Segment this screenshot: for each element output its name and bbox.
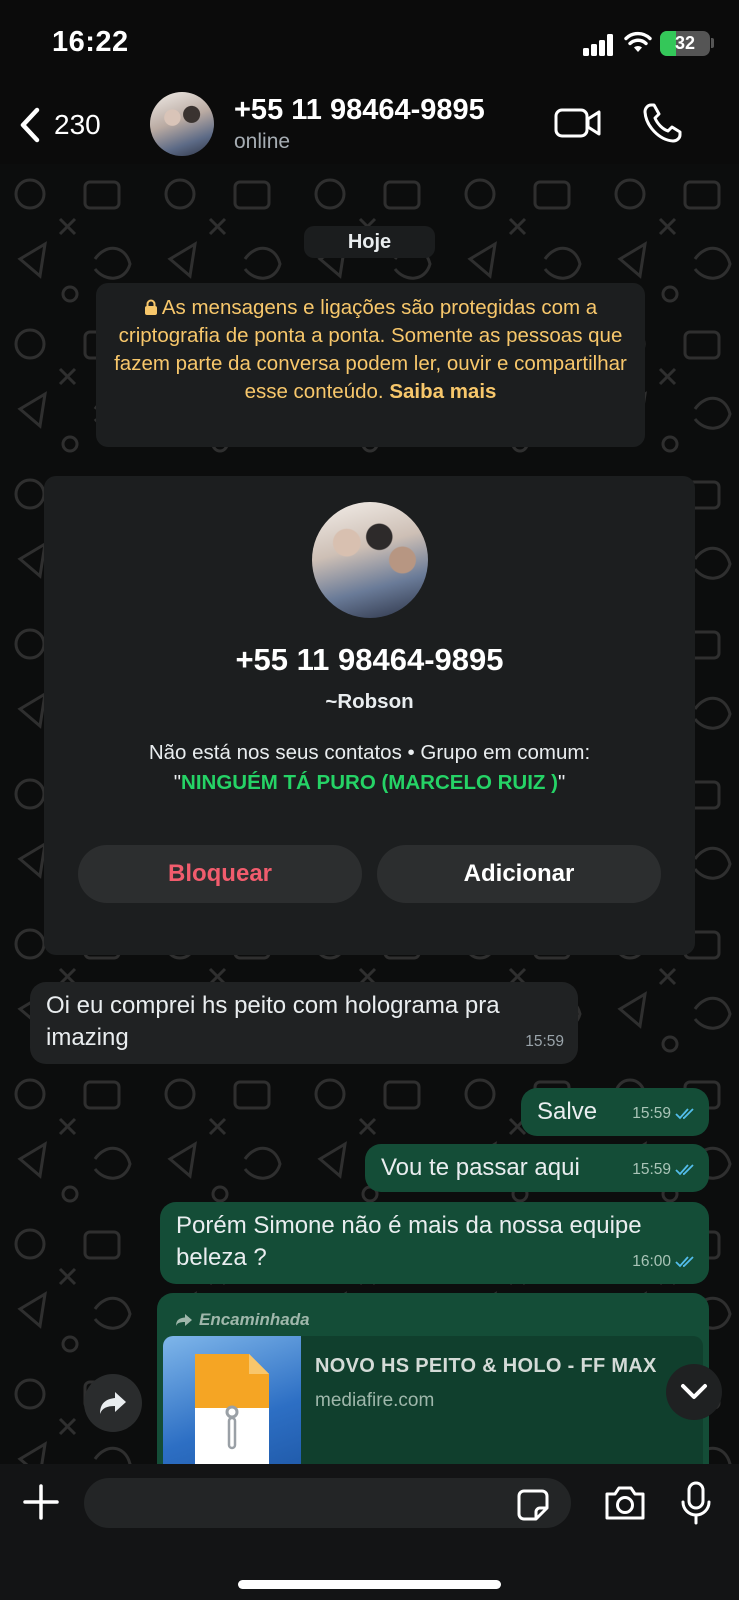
contact-card-phone: +55 11 98464-9895 <box>235 642 504 677</box>
message-meta: 16:00 <box>632 1246 695 1278</box>
battery-percent: 32 <box>674 33 696 53</box>
contact-card-avatar[interactable] <box>312 502 428 618</box>
battery-tip <box>711 38 714 48</box>
archive-file-icon <box>195 1354 269 1464</box>
chat-area[interactable]: Hoje As mensagens e ligações são protegi… <box>0 164 739 1464</box>
forward-button[interactable] <box>84 1374 142 1432</box>
encryption-notice[interactable]: As mensagens e ligações são protegidas c… <box>96 283 645 447</box>
common-group-link[interactable]: NINGUÉM TÁ PURO (MARCELO RUIZ ) <box>181 771 558 794</box>
forwarded-label-text: Encaminhada <box>199 1310 310 1329</box>
read-ticks-icon <box>675 1164 694 1176</box>
sticker-icon[interactable] <box>516 1488 550 1522</box>
contact-avatar[interactable] <box>150 92 214 156</box>
chat-header: 230 +55 11 98464-9895 online <box>0 90 739 164</box>
contact-card-info-text: Não está nos seus contatos • Grupo em co… <box>148 741 591 764</box>
message-time: 15:59 <box>632 1161 671 1178</box>
status-time: 16:22 <box>52 26 129 58</box>
wifi-icon <box>624 31 652 52</box>
contact-card-info: Não está nos seus contatos • Grupo em co… <box>148 741 591 794</box>
block-button[interactable]: Bloquear <box>78 845 362 903</box>
message-text: Porém Simone não é mais da nossa equipe … <box>176 1212 642 1271</box>
message-meta: 15:59 <box>632 1098 695 1130</box>
message-input-bar <box>0 1464 739 1600</box>
message-time: 15:59 <box>525 1033 564 1050</box>
link-thumbnail <box>163 1336 301 1464</box>
message-text: Salve <box>537 1098 598 1125</box>
share-arrow-icon <box>100 1392 126 1414</box>
message-time: 16:00 <box>632 1253 671 1270</box>
phone-icon[interactable] <box>642 102 682 144</box>
unread-chats-count: 230 <box>54 109 101 140</box>
unknown-contact-card: +55 11 98464-9895 ~Robson Não está nos s… <box>44 476 695 955</box>
scroll-to-bottom-button[interactable] <box>666 1364 722 1420</box>
learn-more-link[interactable]: Saiba mais <box>389 380 496 403</box>
link-preview[interactable]: NOVO HS PEITO & HOLO - FF MAX mediafire.… <box>163 1336 703 1464</box>
forward-arrow-icon <box>176 1314 192 1326</box>
status-bar: 16:22 32 <box>0 0 739 90</box>
message-bubble-outgoing[interactable]: Porém Simone não é mais da nossa equipe … <box>160 1202 709 1284</box>
chevron-left-icon <box>20 107 40 143</box>
message-input[interactable] <box>84 1478 571 1528</box>
home-indicator <box>238 1580 501 1589</box>
chevron-down-icon <box>681 1384 707 1399</box>
lock-icon <box>144 299 157 315</box>
message-bubble-incoming[interactable]: Oi eu comprei hs peito com holograma pra… <box>30 982 578 1064</box>
contact-status: online <box>234 130 291 153</box>
contact-name[interactable]: +55 11 98464-9895 <box>234 94 485 127</box>
read-ticks-icon <box>675 1256 694 1268</box>
camera-icon[interactable] <box>603 1485 647 1521</box>
back-button[interactable]: 230 <box>18 106 101 144</box>
message-bubble-outgoing[interactable]: Salve 15:59 <box>521 1088 709 1136</box>
message-meta: 15:59 <box>632 1154 695 1186</box>
link-domain: mediafire.com <box>315 1390 435 1411</box>
forwarded-label: Encaminhada <box>175 1304 310 1336</box>
microphone-icon[interactable] <box>680 1481 712 1525</box>
plus-icon[interactable] <box>22 1483 60 1521</box>
cellular-signal-icon <box>583 34 615 56</box>
read-ticks-icon <box>675 1108 694 1120</box>
message-bubble-outgoing[interactable]: Vou te passar aqui 15:59 <box>365 1144 709 1192</box>
message-text: Vou te passar aqui <box>381 1154 580 1181</box>
contact-card-push-name: ~Robson <box>325 690 414 713</box>
forwarded-link-message[interactable]: Encaminhada NOVO HS PEITO & HOLO - FF MA… <box>157 1293 709 1464</box>
message-text: Oi eu comprei hs peito com holograma pra… <box>46 992 500 1051</box>
add-contact-button[interactable]: Adicionar <box>377 845 661 903</box>
encryption-notice-text: As mensagens e ligações são protegidas c… <box>114 296 627 403</box>
message-time: 15:59 <box>632 1105 671 1122</box>
date-separator: Hoje <box>304 226 435 258</box>
video-call-icon[interactable] <box>554 106 602 140</box>
battery-indicator: 32 <box>660 31 710 56</box>
link-title: NOVO HS PEITO & HOLO - FF MAX <box>315 1355 657 1377</box>
